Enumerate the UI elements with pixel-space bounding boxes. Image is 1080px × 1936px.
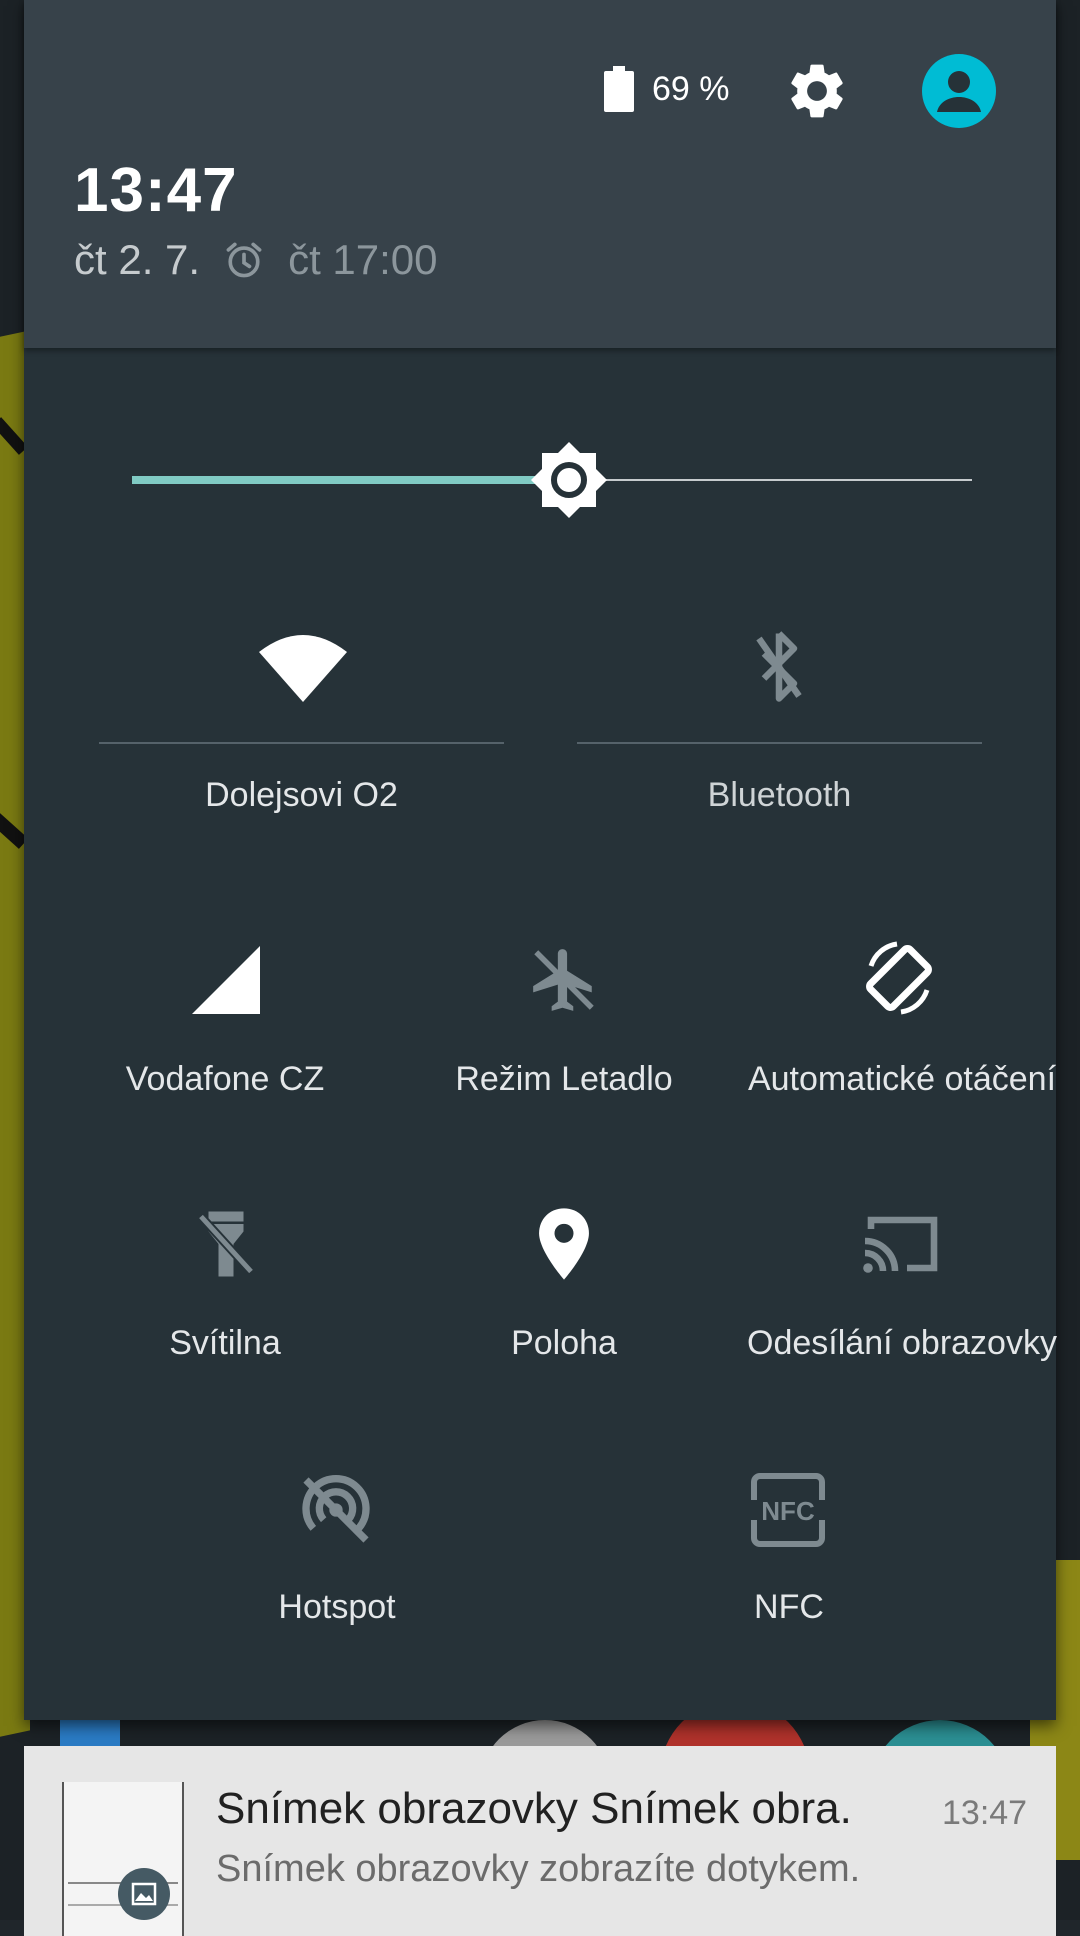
tile-cast-label: Odesílání obrazovky: [747, 1324, 1057, 1362]
signal-icon: [192, 946, 260, 1014]
tile-wifi-label: Dolejsovi O2: [205, 776, 398, 814]
image-icon: [131, 1882, 157, 1906]
tile-cast[interactable]: Odesílání obrazovky: [737, 1200, 1067, 1370]
quick-settings-header: 69 % 13:47 čt 2. 7. čt 17:00: [24, 0, 1056, 348]
notification-time: 13:47: [942, 1794, 1028, 1832]
nfc-icon: NFC: [750, 1473, 826, 1547]
tile-location-label: Poloha: [511, 1324, 617, 1362]
cast-icon: [863, 1216, 938, 1273]
location-pin-icon: [539, 1208, 589, 1280]
tile-cellular[interactable]: Vodafone CZ: [60, 930, 390, 1110]
tile-flashlight[interactable]: Svítilna: [60, 1200, 390, 1370]
quick-settings-panel: 69 % 13:47 čt 2. 7. čt 17:00 Dolejsovi O…: [24, 0, 1057, 1720]
screenshot-notification[interactable]: Snímek obrazovky Snímek obra. Snímek obr…: [24, 1746, 1056, 1936]
gear-icon[interactable]: [784, 58, 850, 124]
battery-percent: 69 %: [652, 69, 730, 108]
svg-text:NFC: NFC: [761, 1496, 815, 1526]
notification-title: Snímek obrazovky Snímek obra.: [216, 1784, 852, 1833]
battery-status[interactable]: 69 %: [604, 66, 730, 112]
tile-rotation[interactable]: Automatické otáčení: [737, 930, 1067, 1110]
bluetooth-off-icon: [756, 631, 802, 702]
brightness-icon[interactable]: [529, 440, 609, 520]
tile-hotspot[interactable]: Hotspot: [172, 1464, 502, 1634]
hotspot-off-icon: [302, 1475, 370, 1543]
notification-text: Snímek obrazovky zobrazíte dotykem.: [216, 1848, 861, 1890]
tile-airplane-label: Režim Letadlo: [455, 1060, 673, 1098]
alarm-clock-icon: [226, 242, 262, 278]
airplane-icon: [533, 949, 594, 1011]
brightness-slider[interactable]: [132, 440, 972, 520]
date[interactable]: čt 2. 7.: [74, 236, 200, 284]
battery-icon: [604, 66, 634, 112]
flashlight-icon: [197, 1211, 255, 1277]
tile-airplane[interactable]: Režim Letadlo: [399, 930, 729, 1110]
tile-bluetooth[interactable]: Bluetooth: [577, 620, 982, 820]
date-row: čt 2. 7. čt 17:00: [74, 236, 438, 284]
tile-location[interactable]: Poloha: [399, 1200, 729, 1370]
tile-nfc[interactable]: NFC NFC: [624, 1464, 954, 1634]
tile-divider: [99, 742, 504, 744]
clock[interactable]: 13:47: [74, 155, 238, 226]
wifi-icon: [259, 635, 347, 702]
avatar[interactable]: [922, 54, 996, 128]
rotate-icon: [866, 941, 932, 1015]
tile-flashlight-label: Svítilna: [169, 1324, 281, 1362]
avatar-icon: [937, 71, 981, 112]
tile-cellular-label: Vodafone CZ: [125, 1060, 325, 1098]
tile-rotation-label: Automatické otáčení: [747, 1060, 1057, 1098]
brightness-track-filled: [132, 476, 569, 484]
tile-bluetooth-label: Bluetooth: [707, 776, 852, 814]
tile-wifi[interactable]: Dolejsovi O2: [99, 620, 504, 820]
next-alarm[interactable]: čt 17:00: [288, 236, 437, 284]
tile-nfc-label: NFC: [754, 1588, 824, 1626]
notification-app-badge: [118, 1868, 170, 1920]
tile-divider: [577, 742, 982, 744]
brightness-track: [569, 479, 972, 481]
tile-hotspot-label: Hotspot: [278, 1588, 396, 1626]
